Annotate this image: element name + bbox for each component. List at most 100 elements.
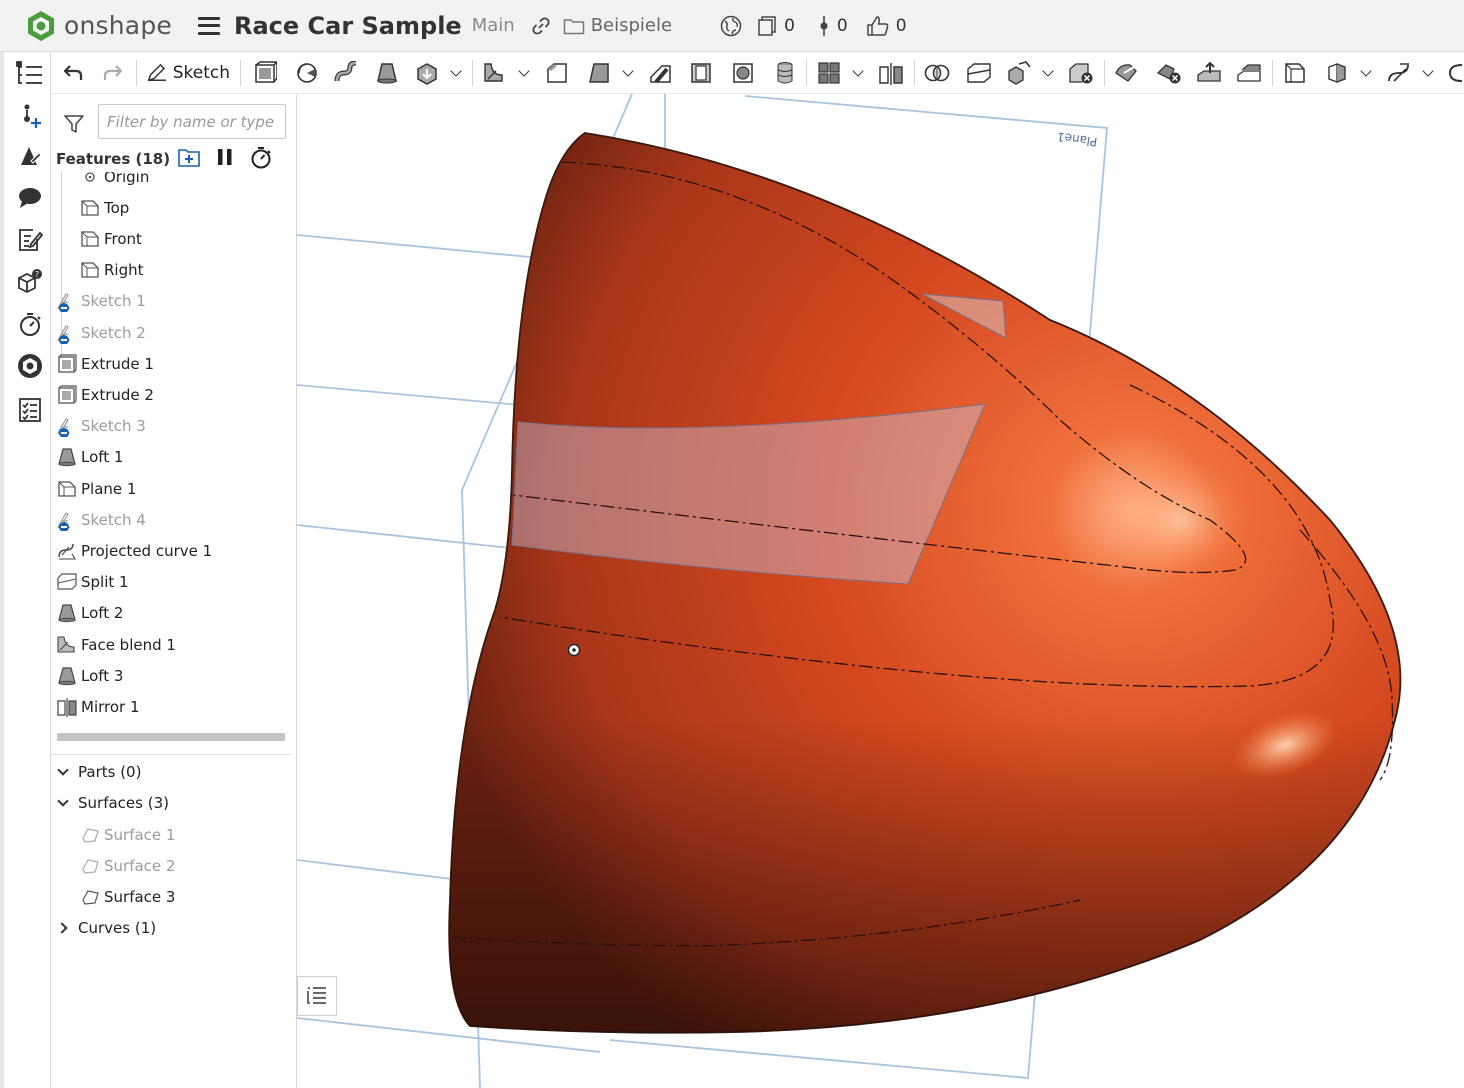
panel-divider xyxy=(51,754,291,755)
link-icon[interactable] xyxy=(531,16,551,36)
surface-list-item[interactable]: Surface 3 xyxy=(51,882,291,913)
feature-tree-item[interactable]: Loft 1 xyxy=(51,442,291,473)
rib-icon[interactable] xyxy=(646,58,676,88)
app-store-icon[interactable] xyxy=(14,350,46,382)
feature-tree-item[interactable]: Origin xyxy=(51,172,291,192)
sketch-button[interactable]: Sketch xyxy=(146,58,230,88)
folder-breadcrumb[interactable]: Beispiele xyxy=(563,15,672,36)
feature-tree-item[interactable]: Sketch 4 xyxy=(51,504,291,535)
mate-connector-icon[interactable] xyxy=(1322,58,1352,88)
feature-tree-item[interactable]: Right xyxy=(51,255,291,286)
variable-icon[interactable] xyxy=(14,140,46,172)
feature-tree-item[interactable]: Sketch 2 xyxy=(51,317,291,348)
feature-tree-item[interactable]: Plane 1 xyxy=(51,473,291,504)
sketch-icon xyxy=(56,322,78,344)
onshape-logo[interactable]: onshape xyxy=(26,10,172,42)
feature-tree-item[interactable]: Face blend 1 xyxy=(51,629,291,660)
feature-tree-item[interactable]: Extrude 2 xyxy=(51,379,291,410)
thread-icon[interactable] xyxy=(770,58,800,88)
chevron-down-icon[interactable] xyxy=(54,763,72,781)
3d-scene[interactable]: Plane1 xyxy=(297,94,1464,1088)
feature-list-scrollbar[interactable] xyxy=(57,733,285,741)
curve-dropdown-icon[interactable] xyxy=(1418,58,1438,88)
feature-tree-item-label: Face blend 1 xyxy=(81,635,176,654)
delete-part-icon[interactable] xyxy=(1066,58,1096,88)
feature-tree-item[interactable]: Mirror 1 xyxy=(51,691,291,722)
revolve-icon[interactable] xyxy=(292,58,322,88)
graphics-viewport[interactable]: Plane1 xyxy=(297,94,1464,1088)
public-globe[interactable] xyxy=(720,15,742,37)
curves-section[interactable]: Curves (1) xyxy=(51,912,291,943)
branch-label[interactable]: Main xyxy=(472,15,515,36)
solid-dropdown-icon[interactable] xyxy=(446,58,466,88)
view-list-toggle[interactable] xyxy=(297,976,337,1016)
feature-tree-item[interactable]: Split 1 xyxy=(51,567,291,598)
extrude-icon xyxy=(56,384,78,406)
boolean-icon[interactable] xyxy=(922,58,952,88)
draft-icon[interactable] xyxy=(584,58,614,88)
part-studio-help-icon[interactable]: ? xyxy=(14,266,46,298)
surfaces-section[interactable]: Surfaces (3) xyxy=(51,787,291,818)
feature-tree-item[interactable]: Loft 2 xyxy=(51,598,291,629)
likes-count[interactable]: 0 xyxy=(866,15,907,37)
redo-icon[interactable] xyxy=(98,58,128,88)
replace-face-icon[interactable] xyxy=(1234,58,1264,88)
add-folder-icon[interactable] xyxy=(177,146,201,168)
move-face-icon[interactable] xyxy=(1194,58,1224,88)
feature-tree-item[interactable]: Sketch 1 xyxy=(51,286,291,317)
notes-icon[interactable] xyxy=(14,224,46,256)
feature-tree-item[interactable]: Top xyxy=(51,192,291,223)
filter-input[interactable] xyxy=(98,104,286,139)
rebuild-timer-icon[interactable] xyxy=(14,308,46,340)
feature-list-icon[interactable] xyxy=(14,58,46,90)
chamfer-icon[interactable] xyxy=(542,58,572,88)
comments-icon[interactable] xyxy=(14,182,46,214)
delete-face-icon[interactable] xyxy=(1154,58,1184,88)
chevron-right-icon[interactable] xyxy=(54,919,72,937)
curve-icon[interactable] xyxy=(1384,58,1414,88)
stopwatch-icon[interactable] xyxy=(250,146,272,170)
versions-count-value: 0 xyxy=(784,15,795,36)
menu-icon[interactable] xyxy=(197,16,220,35)
document-title[interactable]: Race Car Sample xyxy=(234,12,462,40)
hole-icon[interactable] xyxy=(728,58,758,88)
undo-icon[interactable] xyxy=(58,58,88,88)
mate-dropdown-icon[interactable] xyxy=(1356,58,1376,88)
feature-tree-item[interactable]: Projected curve 1 xyxy=(51,535,291,566)
plane-icon xyxy=(79,197,101,219)
plane-icon[interactable] xyxy=(1280,58,1310,88)
versions-count[interactable]: 0 xyxy=(756,15,795,37)
parts-section[interactable]: Parts (0) xyxy=(51,756,291,787)
fillet-icon[interactable] xyxy=(480,58,510,88)
feature-tree-item[interactable]: Extrude 1 xyxy=(51,348,291,379)
shell-icon[interactable] xyxy=(686,58,716,88)
transform-icon[interactable] xyxy=(1004,58,1034,88)
pattern-dropdown-icon[interactable] xyxy=(848,58,868,88)
filter-icon[interactable] xyxy=(63,114,85,134)
feature-tree-item[interactable]: Front xyxy=(51,223,291,254)
split-icon[interactable] xyxy=(964,58,994,88)
surface-list-item[interactable]: Surface 2 xyxy=(51,850,291,881)
feature-tree-item[interactable]: Loft 3 xyxy=(51,660,291,691)
mirror-icon[interactable] xyxy=(876,58,906,88)
modify-fillet-icon[interactable] xyxy=(1112,58,1142,88)
surface-list-item-label: Surface 2 xyxy=(104,856,176,875)
pattern-icon[interactable] xyxy=(814,58,844,88)
transform-dropdown-icon[interactable] xyxy=(1038,58,1058,88)
insert-mate-connector-icon[interactable] xyxy=(14,100,46,132)
loft-icon[interactable] xyxy=(372,58,402,88)
branches-count[interactable]: 0 xyxy=(817,15,848,37)
draft-dropdown-icon[interactable] xyxy=(618,58,638,88)
surface-list-item[interactable]: Surface 1 xyxy=(51,819,291,850)
feature-tree-item[interactable]: Sketch 3 xyxy=(51,411,291,442)
pause-icon[interactable] xyxy=(215,146,235,168)
thicken-icon[interactable] xyxy=(412,58,442,88)
chevron-down-icon[interactable] xyxy=(54,794,72,812)
surface-more-icon[interactable] xyxy=(1444,58,1464,88)
checklist-icon[interactable] xyxy=(14,394,46,426)
feature-tree-item-label: Mirror 1 xyxy=(81,697,140,716)
sweep-icon[interactable] xyxy=(332,58,362,88)
extrude-icon[interactable] xyxy=(250,58,280,88)
fillet-dropdown-icon[interactable] xyxy=(514,58,534,88)
branch-icon xyxy=(820,15,828,36)
